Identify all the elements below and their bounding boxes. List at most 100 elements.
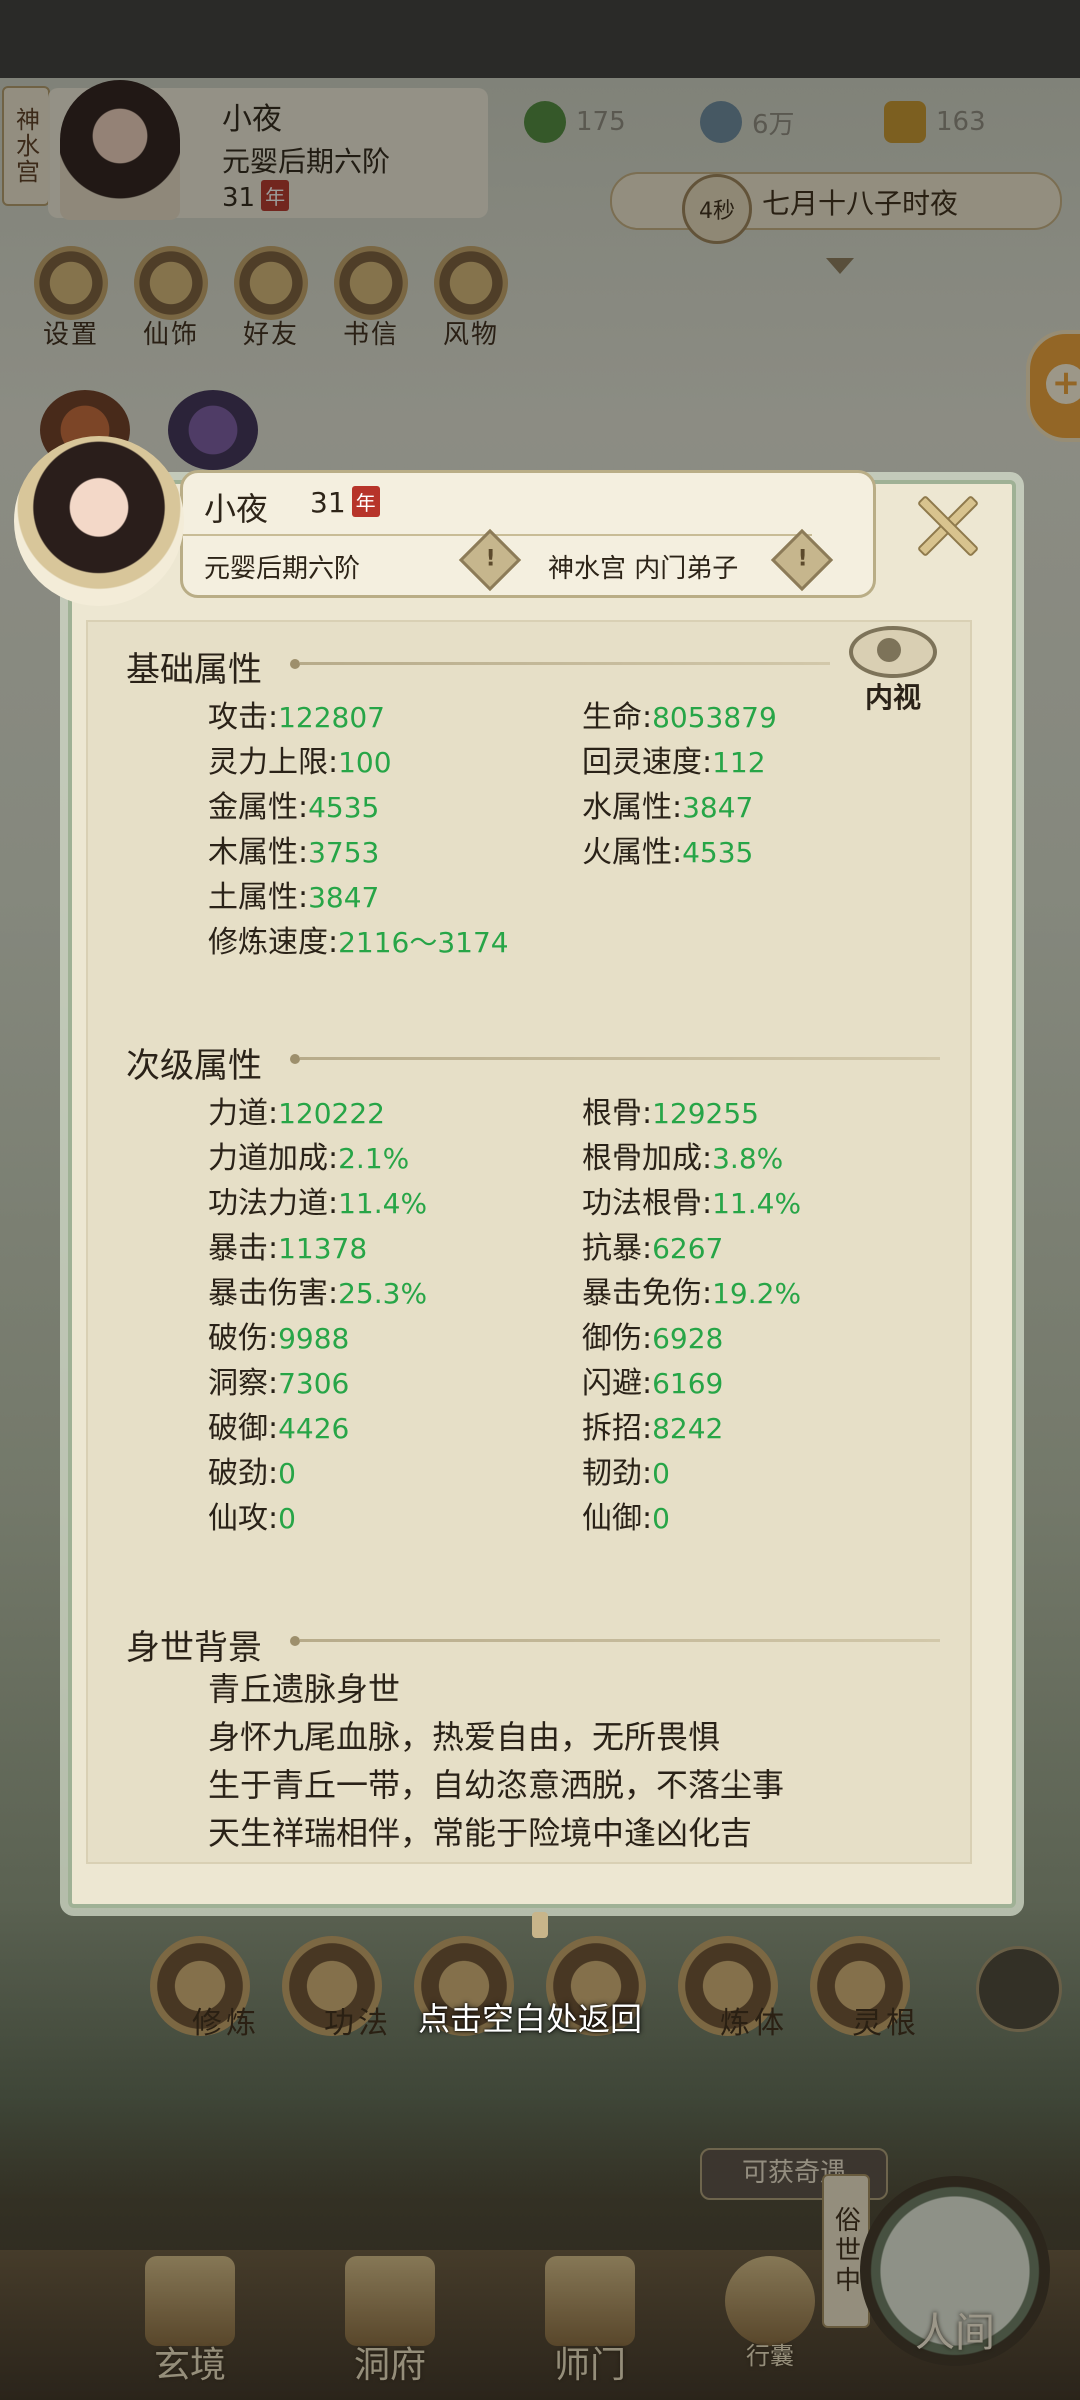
section-rule	[300, 1639, 940, 1642]
resource-coin-value: 6万	[752, 109, 795, 140]
profile-age-unit: 年	[351, 486, 380, 517]
attr-label: 暴击免伤	[582, 1276, 702, 1311]
menu-friends[interactable]: 好友	[230, 246, 312, 351]
attr-value: 7306	[278, 1367, 350, 1400]
nav-bag[interactable]: 行囊	[700, 2250, 840, 2400]
coin-icon	[700, 101, 742, 143]
attr-metal: 金属性:4535	[208, 790, 380, 825]
menu-friends-label: 好友	[242, 320, 299, 350]
attr-value: 2116～3174	[338, 926, 509, 959]
attr-fire: 火属性:4535	[582, 835, 754, 870]
attr-label: 土属性	[208, 880, 298, 915]
attr-value: 129255	[652, 1097, 759, 1130]
attr-wood: 木属性:3753	[208, 835, 380, 870]
event-icon-b[interactable]	[168, 390, 258, 470]
player-avatar[interactable]	[60, 80, 180, 220]
attr-immortal-defense: 仙御:0	[582, 1501, 670, 1536]
attr-value: 4426	[278, 1412, 350, 1445]
menu-scenery[interactable]: 风物	[430, 246, 512, 351]
attr-tenacity: 韧劲:0	[582, 1456, 670, 1491]
skill-label-body: 炼体	[720, 2006, 788, 2041]
attr-label: 闪避	[582, 1366, 642, 1401]
attr-value: 11378	[278, 1232, 368, 1265]
attr-label: 生命	[582, 700, 642, 735]
attr-label: 暴击伤害	[208, 1276, 328, 1311]
expand-arrow-icon[interactable]	[826, 258, 854, 274]
attr-immortal-attack: 仙攻:0	[208, 1501, 296, 1536]
attr-label: 回灵速度	[582, 745, 702, 780]
attr-label: 水属性	[582, 790, 672, 825]
plus-icon: +	[1046, 364, 1080, 404]
nav-xuanjing[interactable]: 玄境	[120, 2250, 260, 2400]
nav-shimen[interactable]: 师门	[520, 2250, 660, 2400]
attr-value: 100	[338, 746, 392, 779]
attr-crit-damage: 暴击伤害:25.3%	[208, 1276, 428, 1311]
nav-renjian[interactable]: 人间	[860, 2176, 1050, 2366]
profile-name: 小夜	[204, 490, 269, 528]
attr-label: 拆招	[582, 1411, 642, 1446]
resource-leaf[interactable]: 175	[524, 98, 626, 146]
attr-strength: 力道:120222	[208, 1096, 385, 1131]
attr-label: 修炼速度	[208, 925, 328, 960]
section-dot	[290, 1054, 300, 1064]
nav-bag-label: 行囊	[746, 2342, 794, 2370]
attr-label: 仙攻	[208, 1501, 268, 1536]
skill-label-root: 灵根	[852, 2006, 920, 2041]
attr-break-tenacity: 破劲:0	[208, 1456, 296, 1491]
menu-settings[interactable]: 设置	[30, 246, 112, 351]
secondary-attr-title: 次级属性	[126, 1046, 262, 1086]
attr-value: 3847	[682, 791, 754, 824]
attr-label: 洞察	[208, 1366, 268, 1401]
menu-ornament[interactable]: 仙饰	[130, 246, 212, 351]
attr-water: 水属性:3847	[582, 790, 754, 825]
attr-insight: 洞察:7306	[208, 1366, 350, 1401]
attr-value: 0	[278, 1457, 296, 1490]
close-icon[interactable]	[916, 494, 976, 554]
nav-dongfu-label: 洞府	[353, 2345, 426, 2386]
profile-age: 31 年	[310, 486, 380, 519]
leaf-icon	[524, 101, 566, 143]
nav-xuanjing-label: 玄境	[153, 2345, 226, 2386]
attr-attack: 攻击:122807	[208, 700, 385, 735]
resource-coin[interactable]: 6万	[700, 98, 795, 146]
attr-value: 2.1%	[338, 1142, 410, 1175]
attr-value: 25.3%	[338, 1277, 428, 1310]
letter-icon	[334, 246, 408, 320]
side-add-button[interactable]: +	[1026, 330, 1080, 442]
attr-label: 破劲	[208, 1456, 268, 1491]
settings-icon	[34, 246, 108, 320]
attr-value: 0	[278, 1502, 296, 1535]
attr-pierce: 破伤:9988	[208, 1321, 350, 1356]
menu-letter[interactable]: 书信	[330, 246, 412, 351]
sect-side-tag[interactable]: 神水宫	[2, 86, 50, 206]
bag-icon	[725, 2256, 815, 2346]
menu-letter-label: 书信	[342, 320, 399, 350]
inner-view-button[interactable]: 内视	[846, 626, 940, 714]
ornament-icon	[134, 246, 208, 320]
attr-value: 11.4%	[338, 1187, 428, 1220]
attr-technique-constitution: 功法根骨:11.4%	[582, 1186, 802, 1221]
shuriken-icon[interactable]	[976, 1946, 1062, 2032]
attr-crit: 暴击:11378	[208, 1231, 368, 1266]
basic-attr-title: 基础属性	[126, 650, 262, 690]
background-title: 身世背景	[126, 1628, 262, 1668]
nav-dongfu[interactable]: 洞府	[320, 2250, 460, 2400]
attr-value: 0	[652, 1502, 670, 1535]
section-rule	[300, 1057, 940, 1060]
time-text: 七月十八子时夜	[762, 187, 959, 220]
player-realm: 元婴后期六阶	[222, 145, 391, 178]
attr-spirit-regen: 回灵速度:112	[582, 745, 766, 780]
attr-value: 8053879	[652, 701, 777, 734]
menu-scenery-label: 风物	[442, 320, 499, 350]
attr-label: 力道	[208, 1096, 268, 1131]
skill-label-cultivate: 修炼	[192, 2006, 260, 2041]
attr-value: 122807	[278, 701, 385, 734]
attr-dodge: 闪避:6169	[582, 1366, 724, 1401]
menu-settings-label: 设置	[42, 320, 99, 350]
age-unit-badge: 年	[261, 180, 290, 211]
attr-label: 根骨	[582, 1096, 642, 1131]
section-dot	[290, 1636, 300, 1646]
eye-icon	[849, 626, 937, 678]
menu-ornament-label: 仙饰	[142, 320, 199, 350]
resource-ingot[interactable]: 163	[884, 98, 986, 146]
